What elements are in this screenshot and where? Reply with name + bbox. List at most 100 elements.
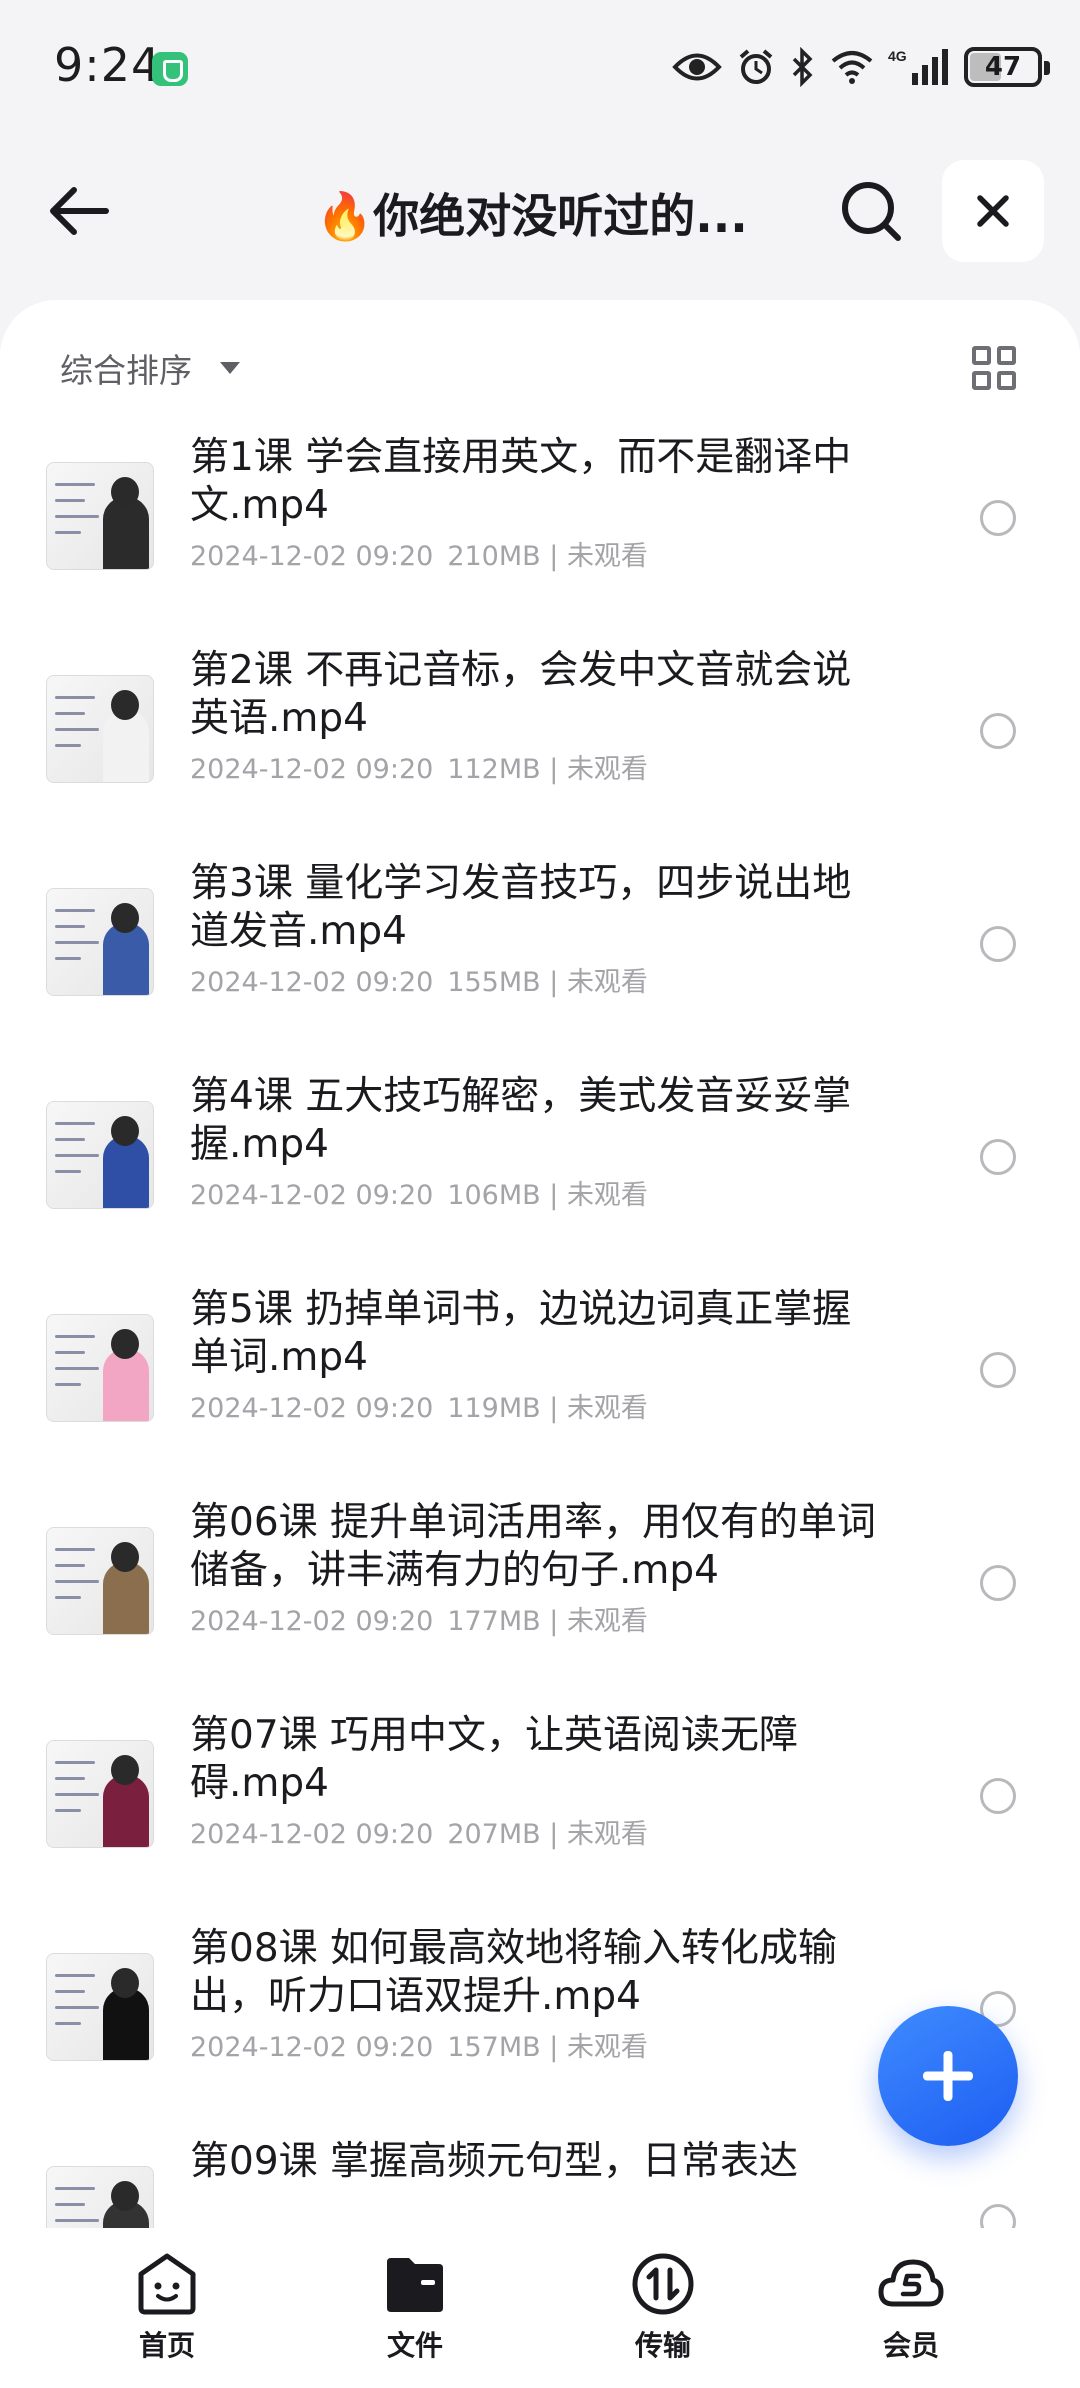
file-date: 2024-12-02 09:20 — [190, 1606, 434, 1637]
folder-icon — [387, 2258, 443, 2312]
svg-text:4G: 4G — [888, 48, 907, 64]
file-meta: 2024-12-02 09:20 106MB | 未观看 — [190, 1173, 648, 1212]
video-thumbnail — [46, 1101, 154, 1209]
select-radio[interactable] — [980, 500, 1016, 536]
sort-dropdown[interactable]: 综合排序 — [60, 344, 240, 392]
watch-status: 未观看 — [566, 1819, 648, 1850]
back-arrow-icon — [50, 187, 109, 235]
search-icon — [842, 182, 901, 241]
add-button[interactable] — [878, 2006, 1018, 2146]
video-thumbnail — [46, 1527, 154, 1635]
nav-label-home: 首页 — [138, 2329, 195, 2362]
meta-divider: | — [540, 967, 567, 998]
file-size: 112MB — [447, 754, 541, 785]
file-name: 第09课 掌握高频元句型，日常表达 — [190, 2139, 799, 2184]
file-list: 第1课 学会直接用英文，而不是翻译中文.mp4 2024-12-02 09:20 2… — [0, 418, 1080, 2228]
video-thumbnail — [46, 1314, 154, 1422]
file-list-item[interactable]: 第4课 五大技巧解密，美式发音妥妥掌握.mp4 2024-12-02 09:20 1… — [0, 1057, 1080, 1270]
caret-down-icon — [220, 362, 240, 374]
bottom-nav: 首页 文件 传输 会员 — [0, 2228, 1080, 2388]
battery-level: 47 — [984, 52, 1022, 82]
close-button[interactable] — [942, 160, 1044, 262]
signal-icon: 4G — [888, 48, 948, 85]
video-thumbnail — [46, 1953, 154, 2061]
file-meta: 2024-12-02 09:20 157MB | 未观看 — [190, 2025, 648, 2064]
nav-label-transfer: 传输 — [634, 2329, 691, 2362]
transfer-icon — [632, 2253, 694, 2315]
meta-divider: | — [540, 2032, 567, 2063]
file-list-item[interactable]: 第07课 巧用中文，让英语阅读无障碍.mp4 2024-12-02 09:20 20… — [0, 1696, 1080, 1909]
file-list-card: 综合排序 第1课 学会直接用英文，而不是翻译中文.mp4 2024-12-02 0… — [0, 300, 1080, 2228]
file-date: 2024-12-02 09:20 — [190, 1180, 434, 1211]
file-size: 210MB — [447, 541, 541, 572]
file-name: 第08课 如何最高效地将输入转化成输出，听力口语双提升.mp4 — [190, 1926, 838, 2019]
meta-divider: | — [540, 541, 567, 572]
header: 🔥你绝对没听过的... — [0, 150, 1080, 270]
search-button[interactable] — [838, 178, 904, 244]
grid-view-button[interactable] — [972, 346, 1016, 390]
nav-item-files[interactable]: 文件 — [340, 2250, 490, 2364]
status-icons: 4G 47 — [672, 44, 1050, 90]
watch-status: 未观看 — [566, 1180, 648, 1211]
wifi-icon — [831, 51, 873, 84]
watch-status: 未观看 — [566, 541, 648, 572]
meta-divider: | — [540, 1393, 567, 1424]
file-date: 2024-12-02 09:20 — [190, 1393, 434, 1424]
file-meta: 2024-12-02 09:20 210MB | 未观看 — [190, 534, 648, 573]
meta-divider: | — [540, 1180, 567, 1211]
file-meta: 2024-12-02 09:20 155MB | 未观看 — [190, 960, 648, 999]
status-bar: 9:24 4G 47 — [0, 0, 1080, 130]
file-name: 第5课 扔掉单词书，边说边词真正掌握单词.mp4 — [190, 1287, 852, 1380]
nav-item-transfer[interactable]: 传输 — [588, 2250, 738, 2364]
video-thumbnail — [46, 462, 154, 570]
cloud-vip-icon — [878, 2259, 944, 2307]
file-date: 2024-12-02 09:20 — [190, 1819, 434, 1850]
nav-label-files: 文件 — [386, 2329, 443, 2362]
file-name: 第06课 提升单词活用率，用仅有的单词储备，讲丰满有力的句子.mp4 — [190, 1500, 877, 1593]
file-name: 第4课 五大技巧解密，美式发音妥妥掌握.mp4 — [190, 1074, 852, 1167]
file-date: 2024-12-02 09:20 — [190, 754, 434, 785]
select-radio[interactable] — [980, 1139, 1016, 1175]
select-radio[interactable] — [980, 2204, 1016, 2228]
file-size: 207MB — [447, 1819, 541, 1850]
file-list-item[interactable]: 第2课 不再记音标，会发中文音就会说英语.mp4 2024-12-02 09:20… — [0, 631, 1080, 844]
page-title: 🔥你绝对没听过的... — [316, 189, 748, 243]
select-radio[interactable] — [980, 1352, 1016, 1388]
file-date: 2024-12-02 09:20 — [190, 2032, 434, 2063]
file-name: 第2课 不再记音标，会发中文音就会说英语.mp4 — [190, 648, 852, 741]
watch-status: 未观看 — [566, 1393, 648, 1424]
back-button[interactable] — [44, 176, 114, 246]
file-name: 第3课 量化学习发音技巧，四步说出地道发音.mp4 — [190, 861, 852, 954]
file-meta: 2024-12-02 09:20 112MB | 未观看 — [190, 747, 648, 786]
eye-icon — [672, 53, 722, 81]
select-radio[interactable] — [980, 713, 1016, 749]
nav-item-home[interactable]: 首页 — [92, 2250, 242, 2364]
file-name: 第1课 学会直接用英文，而不是翻译中文.mp4 — [190, 435, 852, 528]
meta-divider: | — [540, 754, 567, 785]
video-thumbnail — [46, 888, 154, 996]
status-time: 9:24 — [54, 38, 162, 92]
file-list-item[interactable]: 第3课 量化学习发音技巧，四步说出地道发音.mp4 2024-12-02 09:2… — [0, 844, 1080, 1057]
file-list-item[interactable]: 第1课 学会直接用英文，而不是翻译中文.mp4 2024-12-02 09:20 2… — [0, 418, 1080, 631]
select-radio[interactable] — [980, 1778, 1016, 1814]
watch-status: 未观看 — [566, 967, 648, 998]
file-size: 106MB — [447, 1180, 541, 1211]
file-list-item[interactable]: 第5课 扔掉单词书，边说边词真正掌握单词.mp4 2024-12-02 09:20… — [0, 1270, 1080, 1483]
battery-icon: 47 — [964, 47, 1050, 87]
select-radio[interactable] — [980, 926, 1016, 962]
watch-status: 未观看 — [566, 2032, 648, 2063]
select-radio[interactable] — [980, 1565, 1016, 1601]
meta-divider: | — [540, 1819, 567, 1850]
nav-item-vip[interactable]: 会员 — [836, 2250, 986, 2364]
home-face-icon — [138, 2253, 196, 2315]
file-meta: 2024-12-02 09:20 177MB | 未观看 — [190, 1599, 648, 1638]
file-list-item[interactable]: 第06课 提升单词活用率，用仅有的单词储备，讲丰满有力的句子.mp4 2024-1… — [0, 1483, 1080, 1696]
video-thumbnail — [46, 1740, 154, 1848]
file-size: 119MB — [447, 1393, 541, 1424]
file-size: 177MB — [447, 1606, 541, 1637]
close-icon — [977, 195, 1009, 227]
file-date: 2024-12-02 09:20 — [190, 541, 434, 572]
watch-status: 未观看 — [566, 1606, 648, 1637]
watch-status: 未观看 — [566, 754, 648, 785]
nav-label-vip: 会员 — [882, 2329, 939, 2362]
